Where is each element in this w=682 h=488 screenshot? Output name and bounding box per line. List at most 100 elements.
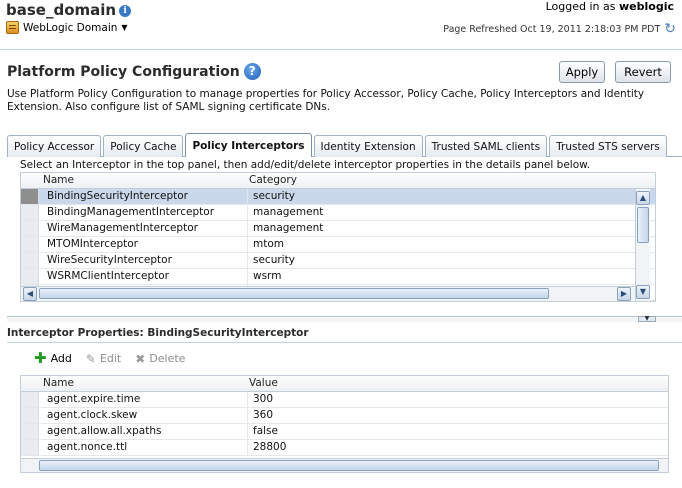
cell-name: WSRMClientInterceptor [47,270,169,282]
interceptors-horizontal-scrollbar[interactable]: ◀ ▶ [21,286,635,301]
interceptor-instructions: Select an Interceptor in the top panel, … [20,159,591,171]
table-row[interactable]: BindingSecurityInterceptor security [21,189,655,205]
row-header[interactable] [21,269,39,284]
row-header[interactable] [21,221,39,236]
delete-label: Delete [149,352,186,365]
table-row[interactable]: BindingManagementInterceptor management [21,205,655,221]
row-header[interactable] [21,408,39,423]
column-separator [247,189,248,204]
weblogic-domain-menu[interactable]: WebLogic Domain ▼ [6,21,128,34]
delete-button[interactable]: ✖ Delete [135,351,185,366]
table-row[interactable]: agent.clock.skew 360 [21,408,668,424]
table-row[interactable]: agent.nonce.ttl 28800 [21,440,668,456]
cell-category: security [253,254,295,266]
cell-name: BindingManagementInterceptor [47,206,215,218]
column-separator [247,440,248,455]
panel-splitter[interactable] [7,316,682,322]
cell-name: agent.expire.time [47,393,141,405]
cell-name: WireSecurityInterceptor [47,254,172,266]
tab-policy-cache[interactable]: Policy Cache [103,135,184,157]
tab-policy-accessor[interactable]: Policy Accessor [7,135,102,157]
cell-name: BindingSecurityInterceptor [47,190,188,202]
column-header-category[interactable]: Category [249,174,297,186]
collapse-icon[interactable]: ▼ [638,316,656,322]
tab-policy-interceptors[interactable]: Policy Interceptors [185,133,312,157]
row-header[interactable] [21,424,39,439]
tab-bar: Policy Accessor Policy Cache Policy Interc… [7,133,667,157]
table-row[interactable]: WireSecurityInterceptor security [21,253,655,269]
scroll-thumb[interactable] [39,460,659,471]
help-icon[interactable]: ? [243,63,261,80]
column-separator [247,424,248,439]
scroll-thumb[interactable] [637,207,649,243]
logged-in-user[interactable]: weblogic [619,0,674,13]
cell-name: agent.nonce.ttl [47,441,128,453]
interceptors-table-header: Name Category [21,173,655,189]
table-row[interactable]: agent.allow.all.xpaths false [21,424,668,440]
column-separator [247,269,248,284]
delete-icon: ✖ [135,351,146,366]
row-header[interactable] [21,237,39,252]
add-button[interactable]: ✚ Add [34,351,72,366]
scroll-left-icon[interactable]: ◀ [23,287,37,301]
cell-category: security [253,190,295,202]
cell-name: agent.clock.skew [47,409,138,421]
weblogic-domain-icon [6,21,19,34]
section-divider [7,342,682,343]
table-row[interactable]: WireManagementInterceptor management [21,221,655,237]
row-header[interactable] [21,440,39,455]
table-row[interactable]: WSRMClientInterceptor wsrm [21,269,655,285]
logged-in-status: Logged in as weblogic [546,0,674,13]
add-label: Add [50,352,72,365]
refresh-icon[interactable]: ↻ [664,22,676,36]
edit-button[interactable]: ✎ Edit [86,351,121,366]
cell-name: MTOMInterceptor [47,238,138,250]
scroll-thumb[interactable] [39,288,549,299]
cell-category: wsrm [253,270,282,282]
column-separator [247,205,248,220]
chevron-down-icon: ▼ [121,23,128,32]
row-header[interactable] [21,189,39,204]
tab-trusted-sts-servers[interactable]: Trusted STS servers [549,135,667,157]
scroll-down-icon[interactable]: ▼ [636,285,650,299]
page-refreshed-text: Page Refreshed Oct 19, 2011 2:18:03 PM P… [443,23,661,35]
scroll-right-icon[interactable]: ▶ [617,287,631,301]
row-header[interactable] [21,205,39,220]
table-row[interactable]: agent.expire.time 300 [21,392,668,408]
column-separator [247,237,248,252]
page-refresh-status: Page Refreshed Oct 19, 2011 2:18:03 PM P… [443,22,676,36]
column-header-value[interactable]: Value [249,377,278,389]
interceptors-vertical-scrollbar[interactable]: ▲ ▼ [635,189,650,301]
row-header[interactable] [21,253,39,268]
tab-identity-extension[interactable]: Identity Extension [313,135,423,157]
edit-label: Edit [99,352,122,365]
cell-name: WireManagementInterceptor [47,222,198,234]
column-separator [247,221,248,236]
column-separator [247,392,248,407]
cell-category: management [253,206,324,218]
scroll-up-icon[interactable]: ▲ [636,191,650,205]
cell-name: agent.allow.all.xpaths [47,425,162,437]
apply-button[interactable]: Apply [559,61,605,83]
row-header[interactable] [21,392,39,407]
info-icon[interactable]: i [119,4,132,17]
cell-value: 28800 [253,441,287,453]
pencil-icon: ✎ [85,351,96,366]
interceptor-properties-title: Interceptor Properties: BindingSecurityI… [7,327,309,339]
interceptors-table: Name Category BindingSecurityInterceptor… [20,172,656,302]
column-header-name[interactable]: Name [43,174,74,186]
page-title: Platform Policy Configuration ? [7,63,261,80]
column-header-name[interactable]: Name [43,377,74,389]
add-icon: ✚ [34,349,47,367]
cell-value: 360 [253,409,274,421]
page-title-text: Platform Policy Configuration [7,63,240,80]
page-description: Use Platform Policy Configuration to man… [7,88,645,113]
properties-horizontal-scrollbar[interactable] [21,458,668,472]
cell-value: false [253,425,278,437]
table-row[interactable]: MTOMInterceptor mtom [21,237,655,253]
properties-table-header: Name Value [21,376,668,392]
tab-trusted-saml-clients[interactable]: Trusted SAML clients [424,135,548,157]
column-separator [247,408,248,423]
logged-in-label: Logged in as [545,0,616,13]
revert-button[interactable]: Revert [615,61,671,83]
